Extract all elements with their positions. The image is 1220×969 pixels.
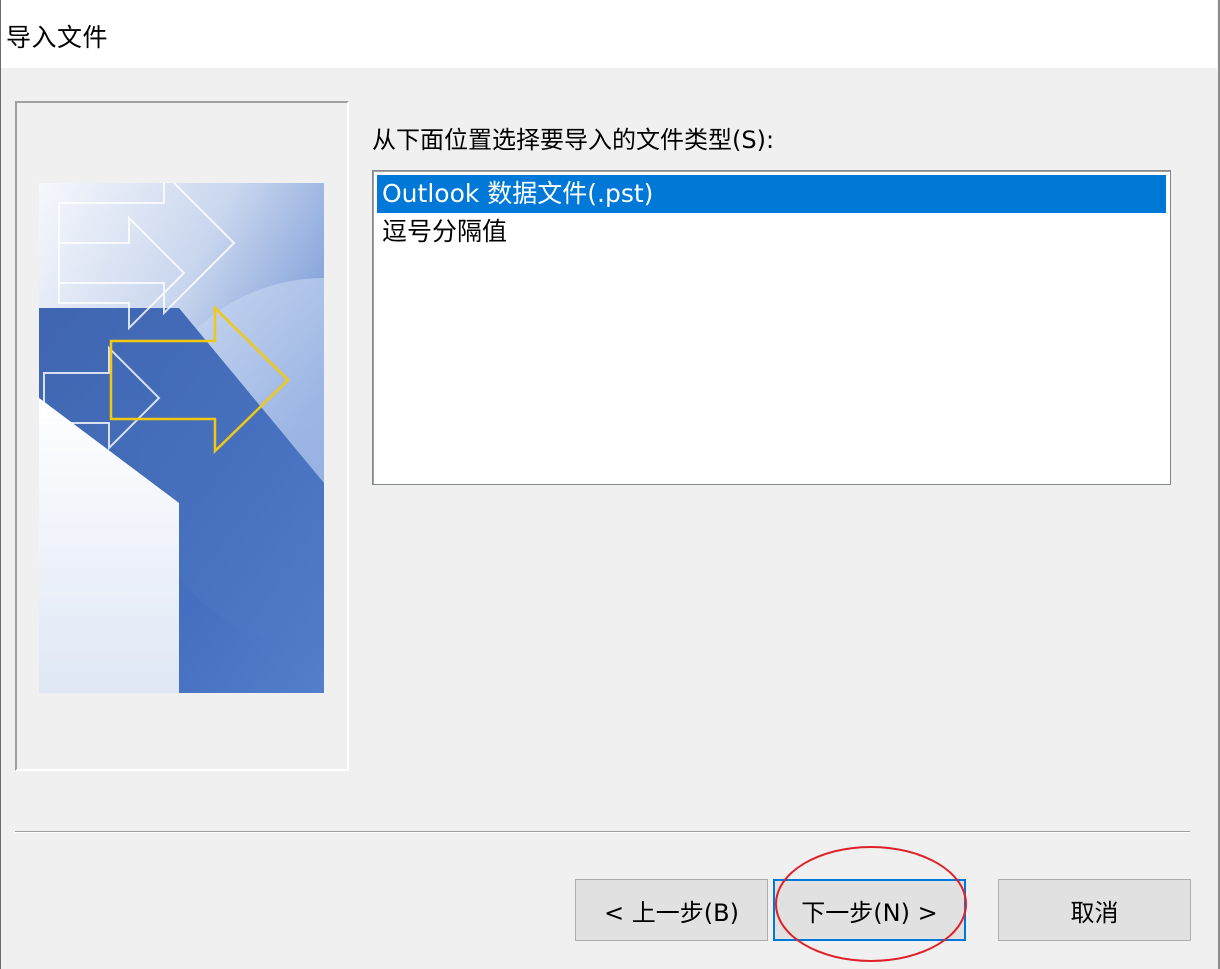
button-separator xyxy=(15,831,1190,833)
import-wizard-illustration-icon xyxy=(39,183,324,693)
window-title: 导入文件 xyxy=(6,23,109,52)
back-button[interactable]: < 上一步(B) xyxy=(575,879,768,941)
file-type-prompt-label: 从下面位置选择要导入的文件类型(S): xyxy=(372,120,774,155)
import-file-dialog: 导入文件 从下面位置选择要导入的文件类型(S): Outlook 数据文件(.p… xyxy=(0,0,1220,969)
wizard-image-panel xyxy=(15,101,349,771)
file-type-listbox[interactable]: Outlook 数据文件(.pst) 逗号分隔值 xyxy=(372,170,1171,485)
list-item-outlook-pst[interactable]: Outlook 数据文件(.pst) xyxy=(377,175,1166,213)
next-button[interactable]: 下一步(N) > xyxy=(773,879,966,941)
list-item-csv[interactable]: 逗号分隔值 xyxy=(377,213,1166,251)
cancel-button[interactable]: 取消 xyxy=(998,879,1191,941)
prompt-text: 从下面位置选择要导入的文件类型(S): xyxy=(372,126,775,154)
title-bar: 导入文件 xyxy=(1,0,1217,68)
